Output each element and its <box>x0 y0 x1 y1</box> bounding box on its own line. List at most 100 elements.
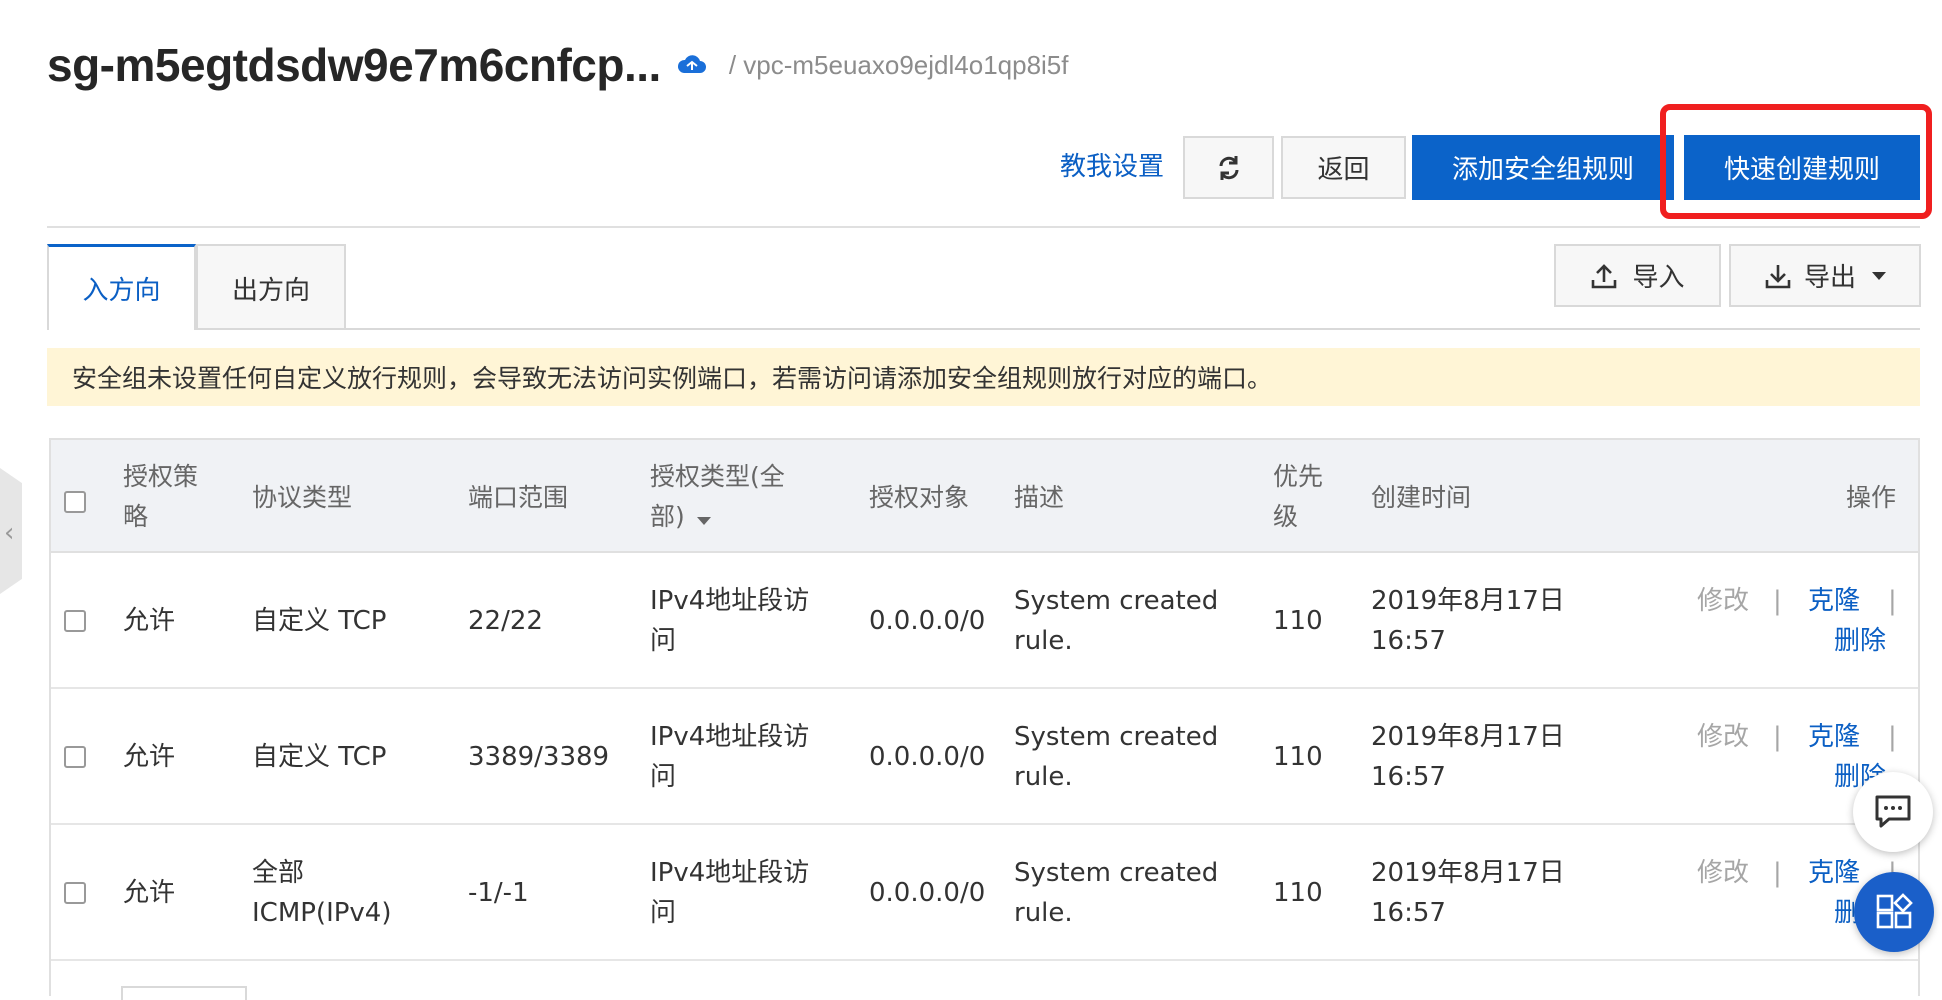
op-separator: | <box>1773 858 1782 888</box>
cell-auth-type: IPv4地址段访问 <box>650 853 809 933</box>
header-priority: 优先 级 <box>1273 457 1323 537</box>
cell-description-line: System created <box>1014 722 1219 752</box>
cell-created-time-line: 16:57 <box>1371 898 1446 928</box>
cell-protocol-line: 自定义 TCP <box>252 606 387 636</box>
table-row: 允许 自定义 TCP 3389/3389 IPv4地址段访问 0.0.0.0/0 Syst… <box>51 689 1918 825</box>
cell-protocol: 自定义 TCP <box>252 737 386 777</box>
cell-port: 22/22 <box>468 606 543 636</box>
table-row: 允许 自定义 TCP 22/22 IPv4地址段访问 0.0.0.0/0 System c… <box>51 553 1918 689</box>
apps-icon <box>1876 893 1913 929</box>
cell-target: 0.0.0.0/0 <box>869 606 986 636</box>
export-label: 导出 <box>1803 263 1856 293</box>
op-separator: | <box>1888 586 1897 616</box>
cell-auth-type-line: IPv4地址段访 <box>650 722 810 752</box>
cell-description-line: rule. <box>1014 898 1073 928</box>
header-auth-type-line1: 授权类型(全 <box>650 462 785 491</box>
download-icon <box>1765 264 1791 288</box>
import-label: 导入 <box>1632 263 1685 293</box>
header-divider <box>47 226 1920 228</box>
edit-rule-link[interactable]: 修改 <box>1697 717 1749 757</box>
header-description: 描述 <box>1014 483 1065 512</box>
back-button[interactable]: 返回 <box>1281 136 1406 199</box>
cell-created-time-line: 2019年8月17日 <box>1371 586 1565 616</box>
cell-priority: 110 <box>1273 742 1323 772</box>
row-checkbox[interactable] <box>64 610 86 632</box>
refresh-button[interactable] <box>1183 136 1274 199</box>
cell-protocol-line: 全部 <box>252 858 305 888</box>
tab-outbound[interactable]: 出方向 <box>196 244 346 330</box>
delete-rule-link[interactable]: 删除 <box>1834 621 1886 661</box>
cell-target: 0.0.0.0/0 <box>869 742 986 772</box>
chevron-left-icon[interactable]: ‹ <box>4 518 14 548</box>
header-operations: 操作 <box>1846 483 1897 512</box>
cloud-sync-icon[interactable] <box>677 53 707 77</box>
upload-icon <box>1592 263 1617 288</box>
cell-description: System created rule. <box>1014 717 1218 797</box>
cell-auth-type-line: 问 <box>650 898 677 928</box>
header-target: 授权对象 <box>869 483 970 512</box>
op-separator: | <box>1888 722 1897 752</box>
tab-baseline <box>196 328 1920 330</box>
edit-rule-link[interactable]: 修改 <box>1697 581 1749 621</box>
cell-auth-type-line: 问 <box>650 762 677 792</box>
guide-link[interactable]: 教我设置 <box>1060 146 1164 183</box>
select-all-checkbox[interactable] <box>64 491 86 513</box>
refresh-icon <box>1219 155 1238 180</box>
table-row: 允许 全部 ICMP(IPv4) -1/-1 IPv4地址段访问 0.0.0.0/0 Sys… <box>51 825 1918 961</box>
header-policy-line2: 略 <box>123 502 149 531</box>
filter-caret-icon[interactable] <box>696 517 711 525</box>
cell-protocol: 全部 ICMP(IPv4) <box>252 853 392 933</box>
cell-created-time: 2019年8月17日 16:57 <box>1371 853 1565 933</box>
cell-created-time: 2019年8月17日 16:57 <box>1371 717 1565 797</box>
clone-rule-link[interactable]: 克隆 <box>1808 581 1860 621</box>
chat-icon <box>1875 795 1911 828</box>
pagination-control[interactable] <box>121 986 247 1000</box>
cell-created-time-line: 2019年8月17日 <box>1371 858 1565 888</box>
header-policy-line1: 授权策 <box>123 462 199 491</box>
cell-priority: 110 <box>1273 878 1323 908</box>
cell-created-time-line: 16:57 <box>1371 762 1446 792</box>
row-checkbox[interactable] <box>64 746 86 768</box>
cell-port: 3389/3389 <box>468 742 610 772</box>
header-auth-type-line2: 部) <box>650 497 785 537</box>
edit-rule-link[interactable]: 修改 <box>1697 853 1749 893</box>
cell-description-line: rule. <box>1014 762 1073 792</box>
cell-auth-type-line: 问 <box>650 626 677 656</box>
row-checkbox[interactable] <box>64 882 86 904</box>
cell-policy: 允许 <box>123 878 176 908</box>
tab-inbound[interactable]: 入方向 <box>47 244 196 330</box>
cell-auth-type: IPv4地址段访问 <box>650 581 809 661</box>
header-port: 端口范围 <box>468 483 569 512</box>
op-separator: | <box>1773 586 1782 616</box>
header-policy: 授权策 略 <box>123 457 198 537</box>
warning-notice: 安全组未设置任何自定义放行规则，会导致无法访问实例端口，若需访问请添加安全组规则… <box>47 348 1920 406</box>
cell-created-time: 2019年8月17日 16:57 <box>1371 581 1565 661</box>
vpc-link[interactable]: / vpc-m5euaxo9ejdl4o1qp8i5f <box>729 50 1069 81</box>
import-button[interactable]: 导入 <box>1554 244 1721 307</box>
cell-auth-type: IPv4地址段访问 <box>650 717 809 797</box>
export-button[interactable]: 导出 <box>1729 244 1921 307</box>
cell-auth-type-line: IPv4地址段访 <box>650 586 810 616</box>
add-security-rule-button[interactable]: 添加安全组规则 <box>1412 135 1674 200</box>
chevron-down-icon <box>1872 271 1886 280</box>
security-group-name: sg-m5egtdsdw9e7m6cnfcp... <box>47 39 661 91</box>
header-auth-type[interactable]: 授权类型(全 部) <box>650 457 785 537</box>
cell-protocol-line: ICMP(IPv4) <box>252 898 392 928</box>
table-header: 授权策 略 协议类型 端口范围 授权类型(全 部) 授权对象 描述 优先 级 创… <box>51 438 1918 553</box>
clone-rule-link[interactable]: 克隆 <box>1808 853 1860 893</box>
cell-description-line: rule. <box>1014 626 1073 656</box>
cell-policy: 允许 <box>123 742 176 772</box>
op-separator: | <box>1773 722 1782 752</box>
cell-priority: 110 <box>1273 606 1323 636</box>
cell-target: 0.0.0.0/0 <box>869 878 986 908</box>
cell-created-time-line: 16:57 <box>1371 626 1446 656</box>
header-priority-line1: 优先 <box>1273 462 1324 491</box>
chat-float-button[interactable] <box>1853 772 1933 852</box>
cell-description-line: System created <box>1014 586 1219 616</box>
clone-rule-link[interactable]: 克隆 <box>1808 717 1860 757</box>
cell-port: -1/-1 <box>468 878 529 908</box>
cell-policy: 允许 <box>123 606 176 636</box>
cell-description: System created rule. <box>1014 581 1218 661</box>
page-header: sg-m5egtdsdw9e7m6cnfcp... / vpc-m5euaxo9… <box>47 30 1069 100</box>
apps-float-button[interactable] <box>1854 872 1934 952</box>
